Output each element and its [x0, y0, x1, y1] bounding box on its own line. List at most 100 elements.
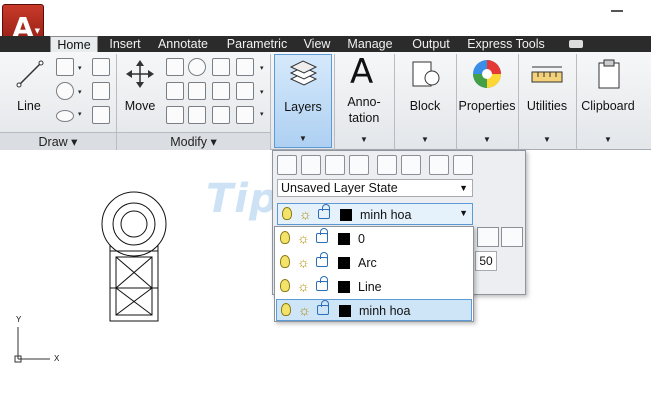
copy-icon[interactable]	[166, 58, 184, 76]
layer-unisolate-icon[interactable]	[401, 155, 421, 175]
layer-state-icons: ☼	[278, 252, 358, 271]
layer-list-item[interactable]: ☼ Line	[276, 276, 472, 298]
lightbulb-icon[interactable]	[280, 255, 290, 268]
stretch-icon[interactable]	[166, 82, 184, 100]
layer-fade-value[interactable]: 50	[475, 251, 497, 271]
panel-divider	[334, 54, 335, 150]
lightbulb-icon[interactable]	[280, 231, 290, 244]
panel-divider	[518, 54, 519, 150]
unlock-icon[interactable]	[316, 276, 328, 291]
lightbulb-icon	[282, 207, 292, 220]
tab-annotate[interactable]: Annotate	[154, 36, 212, 52]
properties-label: Properties	[458, 99, 516, 113]
annotation-button[interactable]: A Anno- tation ▼	[338, 54, 390, 148]
ellipse-icon[interactable]	[56, 110, 74, 122]
chevron-down-icon: ▼	[459, 208, 468, 218]
utilities-label: Utilities	[526, 99, 568, 113]
offset-icon[interactable]	[212, 106, 230, 124]
color-swatch[interactable]	[338, 257, 350, 269]
lightbulb-icon[interactable]	[280, 279, 290, 292]
scale-icon[interactable]	[188, 82, 206, 100]
arc-icon[interactable]	[92, 58, 110, 76]
tab-insert[interactable]: Insert	[104, 36, 146, 52]
tab-output[interactable]: Output	[408, 36, 454, 52]
utilities-button[interactable]: Utilities ▼	[520, 54, 574, 148]
tab-express-tools[interactable]: Express Tools	[466, 36, 546, 52]
unlock-icon[interactable]	[317, 300, 329, 315]
ucs-y-label: Y	[16, 315, 22, 324]
mirror-icon[interactable]	[212, 82, 230, 100]
color-swatch[interactable]	[339, 305, 351, 317]
layer-state-value: Unsaved Layer State	[281, 181, 398, 195]
ribbon-minimize-icon[interactable]	[569, 40, 583, 48]
layer-freeze-icon[interactable]	[429, 155, 449, 175]
tab-home[interactable]: Home	[50, 36, 98, 53]
layer-list-item[interactable]: ☼ 0	[276, 228, 472, 250]
chevron-down-icon[interactable]: ▾	[260, 64, 264, 72]
panel-divider	[576, 54, 577, 150]
tab-manage[interactable]: Manage	[344, 36, 396, 52]
unlock-icon[interactable]	[316, 252, 328, 267]
sun-icon[interactable]: ☼	[298, 303, 312, 317]
chevron-down-icon[interactable]: ▾	[260, 110, 264, 118]
layer-name: minh hoa	[359, 304, 411, 318]
layer-states-icon[interactable]	[301, 155, 321, 175]
sun-icon[interactable]: ☼	[297, 255, 311, 269]
layer-name: Arc	[358, 256, 377, 270]
layer-previous-icon[interactable]	[349, 155, 369, 175]
layer-delete-icon[interactable]	[501, 227, 523, 247]
properties-button[interactable]: Properties ▼	[458, 54, 516, 148]
block-button[interactable]: Block ▼	[398, 54, 452, 148]
join-icon[interactable]	[236, 106, 254, 124]
chevron-down-icon[interactable]: ▾	[78, 64, 82, 72]
tab-parametric[interactable]: Parametric	[224, 36, 290, 52]
modify-panel-title[interactable]: Modify ▾	[117, 132, 270, 150]
chevron-down-icon[interactable]: ▾	[78, 88, 82, 96]
minimize-icon[interactable]	[611, 10, 623, 12]
layer-state-dropdown[interactable]: Unsaved Layer State ▼	[277, 179, 473, 197]
rectangle-icon[interactable]	[92, 82, 110, 100]
hatch-icon[interactable]	[92, 106, 110, 124]
current-layer-dropdown[interactable]: ☼ minh hoa ▼	[277, 203, 473, 225]
lightbulb-icon[interactable]	[281, 303, 291, 316]
erase-icon[interactable]	[236, 58, 254, 76]
measure-icon	[531, 66, 563, 83]
block-icon	[412, 61, 440, 87]
layer-list-item-selected[interactable]: ☼ minh hoa	[276, 299, 472, 321]
layer-match-icon[interactable]	[325, 155, 345, 175]
layer-properties-icon[interactable]	[277, 155, 297, 175]
layer-list-item[interactable]: ☼ Arc	[276, 252, 472, 274]
line-label: Line	[17, 99, 41, 113]
unlock-icon	[318, 204, 330, 219]
ribbon-tab-bar: Home Insert Annotate Parametric View Man…	[0, 36, 651, 53]
unlock-icon[interactable]	[316, 228, 328, 243]
layer-walk-icon[interactable]	[477, 227, 499, 247]
draw-panel-title[interactable]: Draw ▾	[0, 132, 116, 150]
trim-icon[interactable]	[212, 58, 230, 76]
explode-icon[interactable]	[236, 82, 254, 100]
layer-state-icons: ☼	[280, 204, 360, 223]
clipboard-button[interactable]: Clipboard ▼	[578, 54, 638, 148]
polyline-icon[interactable]	[56, 58, 74, 76]
array-icon[interactable]	[188, 106, 206, 124]
chevron-down-icon: ▼	[360, 135, 368, 144]
color-swatch[interactable]	[338, 233, 350, 245]
layers-button[interactable]: Layers ▼	[274, 54, 332, 148]
circle-icon[interactable]	[56, 82, 74, 100]
sun-icon[interactable]: ☼	[297, 279, 311, 293]
rotate-icon[interactable]	[188, 58, 206, 76]
chevron-down-icon: ▼	[34, 27, 40, 35]
chevron-down-icon[interactable]: ▾	[260, 88, 264, 96]
layer-name: Line	[358, 280, 382, 294]
color-wheel-icon	[473, 60, 501, 88]
tab-view[interactable]: View	[300, 36, 334, 52]
fillet-icon[interactable]	[166, 106, 184, 124]
sun-icon[interactable]: ☼	[297, 231, 311, 245]
move-label: Move	[124, 99, 156, 113]
layer-isolate-icon[interactable]	[377, 155, 397, 175]
sun-icon: ☼	[299, 206, 312, 222]
layer-off-icon[interactable]	[453, 155, 473, 175]
ribbon: Line ▾ ▾ ▾ Draw ▾ Move ▾ ▾ ▾ Modify ▾ La…	[0, 52, 651, 150]
chevron-down-icon[interactable]: ▾	[78, 110, 82, 118]
color-swatch[interactable]	[338, 281, 350, 293]
